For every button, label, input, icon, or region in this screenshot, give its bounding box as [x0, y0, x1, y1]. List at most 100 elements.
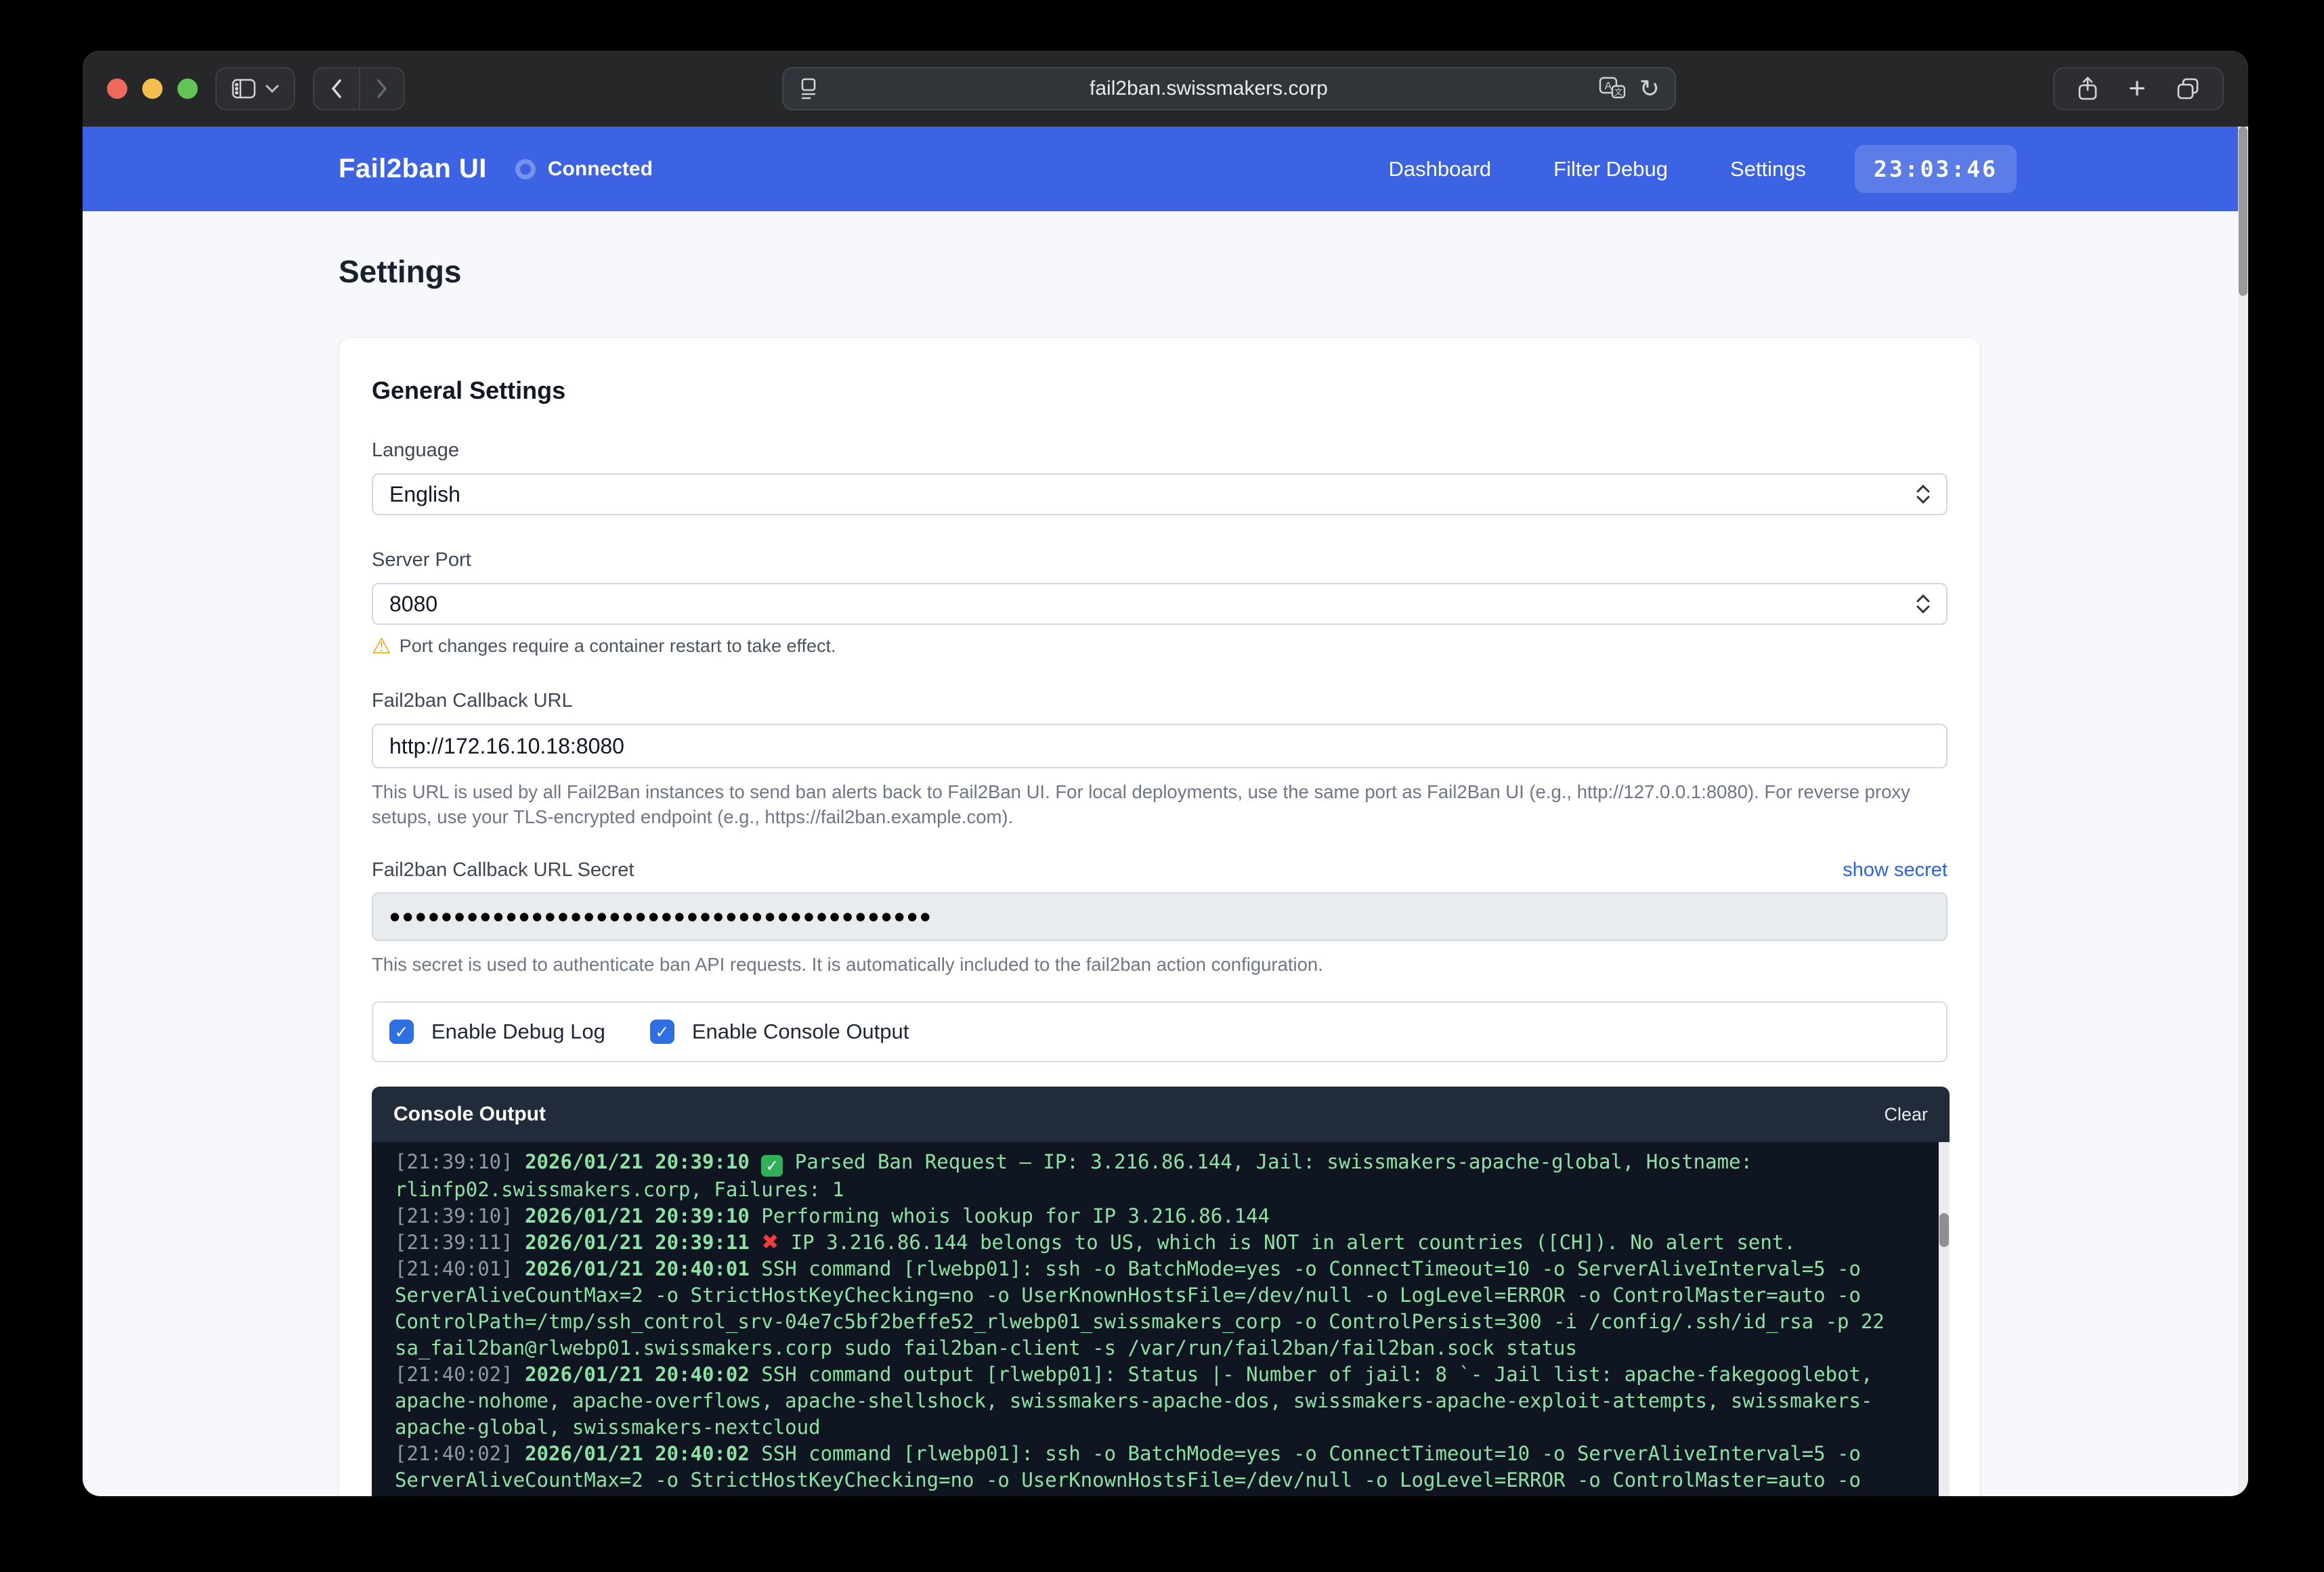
log-datetime: 2026/01/21 20:40:01: [525, 1257, 761, 1280]
close-window-button[interactable]: [107, 79, 127, 99]
minimize-window-button[interactable]: [142, 79, 163, 99]
callback-secret-help: This secret is used to authenticate ban …: [372, 952, 1948, 977]
connection-status: Connected: [515, 158, 653, 181]
url-text[interactable]: fail2ban.swissmakers.corp: [819, 77, 1599, 100]
page-scrollbar-thumb[interactable]: [2239, 127, 2247, 296]
port-warning: ⚠ Port changes require a container resta…: [372, 636, 1948, 656]
console-line: apache-global, swissmakers-nextcloud: [395, 1414, 1916, 1441]
server-port-value: 8080: [389, 592, 437, 617]
warning-icon: ⚠: [372, 636, 391, 656]
console-output-panel: Console Output Clear [21:39:10] 2026/01/…: [372, 1087, 1950, 1496]
log-message: ControlPath=/tmp/ssh_control_srv-04e7c5b…: [395, 1310, 1885, 1333]
log-datetime: 2026/01/21 20:40:02: [525, 1442, 761, 1465]
log-message: SSH command [rlwebp01]: ssh -o BatchMode…: [761, 1257, 1861, 1280]
console-header: Console Output Clear: [372, 1087, 1950, 1142]
toggle-enable-debug-log: ✓ Enable Debug Log: [389, 1020, 605, 1044]
console-line: [21:40:02] 2026/01/21 20:40:02 SSH comma…: [395, 1361, 1916, 1388]
nav-item-dashboard[interactable]: Dashboard: [1389, 157, 1492, 181]
tab-overview-icon[interactable]: [2176, 77, 2199, 100]
console-title: Console Output: [393, 1103, 546, 1126]
browser-titlebar: fail2ban.swissmakers.corp A 文 ↻: [83, 51, 2248, 127]
zoom-window-button[interactable]: [177, 79, 198, 99]
callback-url-help: This URL is used by all Fail2Ban instanc…: [372, 779, 1948, 829]
debug-toggles-row: ✓ Enable Debug Log ✓Enable Console Output: [372, 1001, 1948, 1062]
page-title: Settings: [339, 253, 2248, 290]
history-nav-buttons: [313, 67, 405, 110]
svg-text:A: A: [1604, 81, 1612, 92]
chevron-down-icon: [265, 85, 279, 93]
console-scrollbar-thumb[interactable]: [1939, 1213, 1949, 1247]
console-line: [21:39:10] 2026/01/21 20:39:10 Performin…: [395, 1203, 1916, 1229]
log-timestamp: [21:40:01]: [395, 1257, 525, 1280]
forward-button[interactable]: [359, 68, 404, 109]
toggle-label: Enable Debug Log: [431, 1020, 605, 1044]
app-brand: Fail2ban UI: [339, 154, 487, 184]
toggle-enable-console-output: ✓Enable Console Output: [650, 1020, 909, 1044]
log-datetime: 2026/01/21 20:39:10: [525, 1150, 761, 1173]
log-datetime: 2026/01/21 20:39:11: [525, 1231, 761, 1254]
connection-status-label: Connected: [548, 158, 653, 181]
checkbox-icon[interactable]: ✓: [650, 1020, 674, 1044]
log-message: SSH command output [rlwebp01]: Status |-…: [761, 1363, 1872, 1386]
console-line: [21:39:11] 2026/01/21 20:39:11 ✖ IP 3.21…: [395, 1229, 1916, 1256]
page-content: Settings General Settings Language Engli…: [83, 211, 2248, 1496]
nav-item-filter-debug[interactable]: Filter Debug: [1553, 157, 1668, 181]
connected-indicator-icon: [515, 159, 536, 179]
callback-secret-label: Fail2ban Callback URL Secret: [372, 859, 634, 881]
log-message: sa_fail2ban@rlwebp01.swissmakers.corp su…: [395, 1336, 1577, 1359]
page-scrollbar[interactable]: [2238, 127, 2248, 1496]
callback-url-input[interactable]: http://172.16.10.18:8080: [372, 724, 1948, 768]
console-line: [21:40:02] 2026/01/21 20:40:02 SSH comma…: [395, 1441, 1916, 1467]
log-timestamp: [21:40:02]: [395, 1363, 525, 1386]
select-chevrons-icon: [1916, 485, 1930, 504]
console-line: ControlPath=/tmp/ssh_control_srv-04e7c5b…: [395, 1309, 1916, 1335]
log-message: ServerAliveCountMax=2 -o StrictHostKeyCh…: [395, 1468, 1861, 1491]
toolbar-right-group: +: [2053, 67, 2224, 110]
main-nav: Dashboard Filter Debug Settings: [1389, 157, 1807, 181]
browser-window: fail2ban.swissmakers.corp A 文 ↻: [83, 51, 2248, 1496]
number-stepper-icon[interactable]: [1916, 594, 1930, 613]
console-scrollbar[interactable]: [1939, 1142, 1950, 1496]
server-port-input[interactable]: 8080: [372, 583, 1948, 625]
console-line: sa_fail2ban@rlwebp01.swissmakers.corp su…: [395, 1335, 1916, 1361]
address-bar[interactable]: fail2ban.swissmakers.corp A 文 ↻: [782, 67, 1676, 110]
back-button[interactable]: [314, 68, 359, 109]
port-warning-text: Port changes require a container restart…: [400, 636, 836, 656]
log-message: rlinfp02.swissmakers.corp, Failures: 1: [395, 1178, 844, 1201]
console-line: rlinfp02.swissmakers.corp, Failures: 1: [395, 1177, 1916, 1203]
callback-secret-input[interactable]: ••••••••••••••••••••••••••••••••••••••••…: [372, 892, 1948, 941]
log-message: Performing whois lookup for IP 3.216.86.…: [761, 1204, 1270, 1227]
header-clock: 23:03:46: [1855, 145, 2017, 193]
console-log[interactable]: [21:39:10] 2026/01/21 20:39:10 ✓ Parsed …: [372, 1142, 1950, 1496]
error-cross-icon: ✖: [761, 1230, 779, 1254]
log-message: SSH command [rlwebp01]: ssh -o BatchMode…: [761, 1442, 1861, 1465]
reader-icon[interactable]: [798, 77, 819, 100]
callback-url-label: Fail2ban Callback URL: [372, 690, 1948, 712]
language-select[interactable]: English: [372, 473, 1948, 515]
new-tab-icon[interactable]: +: [2128, 74, 2146, 104]
sidebar-toggle-button[interactable]: [215, 67, 295, 110]
checkbox-icon[interactable]: ✓: [389, 1020, 414, 1044]
sidebar-icon: [232, 79, 256, 99]
log-timestamp: [21:39:10]: [395, 1150, 525, 1173]
general-settings-card: General Settings Language English Server…: [339, 337, 1981, 1496]
language-label: Language: [372, 439, 1948, 461]
log-message: apache-nohome, apache-overflows, apache-…: [395, 1389, 1872, 1412]
console-clear-button[interactable]: Clear: [1884, 1104, 1928, 1125]
traffic-lights: [107, 79, 198, 99]
log-timestamp: [21:40:02]: [395, 1442, 525, 1465]
app-header: Fail2ban UI Connected Dashboard Filter De…: [83, 127, 2248, 211]
reload-icon[interactable]: ↻: [1639, 75, 1660, 103]
console-line: [21:39:10] 2026/01/21 20:39:10 ✓ Parsed …: [395, 1149, 1916, 1177]
translate-icon[interactable]: A 文: [1599, 77, 1626, 101]
server-port-label: Server Port: [372, 549, 1948, 571]
svg-text:文: 文: [1614, 87, 1622, 97]
callback-url-value: http://172.16.10.18:8080: [389, 734, 624, 759]
share-icon[interactable]: [2078, 77, 2098, 101]
show-secret-link[interactable]: show secret: [1843, 859, 1948, 881]
log-timestamp: [21:39:11]: [395, 1231, 525, 1254]
console-line: apache-nohome, apache-overflows, apache-…: [395, 1388, 1916, 1414]
log-datetime: 2026/01/21 20:40:02: [525, 1363, 761, 1386]
nav-item-settings[interactable]: Settings: [1730, 157, 1806, 181]
log-timestamp: [21:39:10]: [395, 1204, 525, 1227]
